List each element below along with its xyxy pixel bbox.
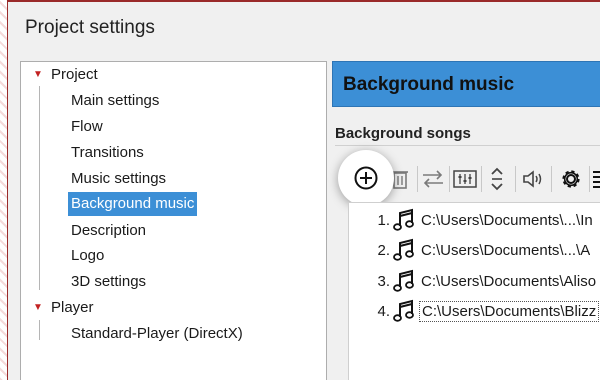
tree-item-background-music[interactable]: Background music xyxy=(68,192,198,216)
more-button[interactable] xyxy=(591,158,600,200)
collapse-arrow-icon[interactable]: ▼ xyxy=(33,69,43,80)
toolbar-separator xyxy=(515,166,516,192)
song-path: C:\Users\Documents\...\In xyxy=(421,211,593,229)
music-note-icon xyxy=(393,268,419,294)
divider xyxy=(335,145,600,146)
window-title: Project settings xyxy=(25,17,155,38)
tree-item-description[interactable]: Description xyxy=(71,219,146,243)
add-song-button[interactable] xyxy=(338,150,394,206)
page-title: Background music xyxy=(332,61,600,107)
tree-item-project[interactable]: Project xyxy=(51,63,98,87)
music-note-icon xyxy=(393,298,419,324)
volume-button[interactable] xyxy=(517,158,549,200)
song-number: 3. xyxy=(377,272,390,290)
settings-button[interactable] xyxy=(555,158,587,200)
list-icon xyxy=(593,171,600,188)
mixer-button[interactable] xyxy=(449,158,481,200)
settings-tree[interactable]: ▼ Project Main settings Flow Transitions… xyxy=(20,61,327,380)
list-item[interactable]: 3. C:\Users\Documents\Aliso xyxy=(349,266,600,296)
move-icon xyxy=(491,167,503,191)
tree-item-standard-player[interactable]: Standard-Player (DirectX) xyxy=(71,322,243,346)
song-path: C:\Users\Documents\...\A xyxy=(421,241,591,259)
music-note-icon xyxy=(393,237,419,263)
tree-item-transitions[interactable]: Transitions xyxy=(71,141,144,165)
toolbar-separator xyxy=(551,166,552,192)
song-number: 1. xyxy=(377,211,390,229)
list-item[interactable]: 4. C:\Users\Documents\Blizz xyxy=(349,296,600,326)
song-path: C:\Users\Documents\Blizz xyxy=(419,300,600,322)
toolbar-separator xyxy=(589,166,590,192)
collapse-arrow-icon[interactable]: ▼ xyxy=(33,302,43,313)
music-note-icon xyxy=(393,207,419,233)
list-item[interactable]: 2. C:\Users\Documents\...\A xyxy=(349,235,600,265)
swap-icon xyxy=(423,170,443,188)
song-path: C:\Users\Documents\Aliso xyxy=(421,272,597,290)
tree-connector xyxy=(39,320,40,340)
gear-icon xyxy=(562,170,580,188)
song-number: 4. xyxy=(377,302,390,320)
songs-list[interactable]: 1. C:\Users\Documents\...\In 2. C:\Users… xyxy=(348,202,600,380)
tree-item-logo[interactable]: Logo xyxy=(71,244,104,268)
tree-connector xyxy=(39,86,40,290)
song-number: 2. xyxy=(377,241,390,259)
section-label: Background songs xyxy=(335,125,471,142)
add-icon xyxy=(354,166,378,190)
mixer-icon xyxy=(453,170,477,188)
tree-item-flow[interactable]: Flow xyxy=(71,115,103,139)
tree-item-player[interactable]: Player xyxy=(51,296,94,320)
move-button[interactable] xyxy=(481,158,513,200)
tree-item-main-settings[interactable]: Main settings xyxy=(71,89,159,113)
tree-item-3d-settings[interactable]: 3D settings xyxy=(71,270,146,294)
tree-item-music-settings[interactable]: Music settings xyxy=(71,167,166,191)
volume-icon xyxy=(523,170,542,188)
swap-button[interactable] xyxy=(417,158,449,200)
list-item[interactable]: 1. C:\Users\Documents\...\In xyxy=(349,205,600,235)
